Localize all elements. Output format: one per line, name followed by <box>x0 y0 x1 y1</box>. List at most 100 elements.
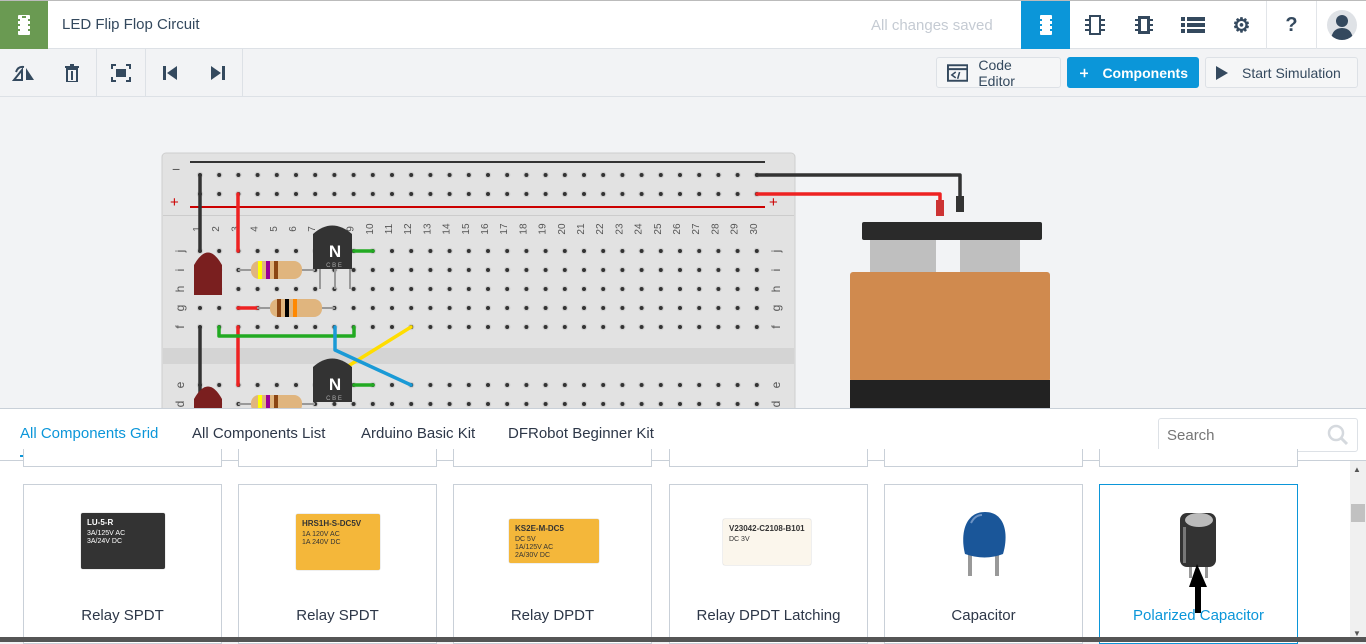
row-label: h <box>769 286 783 293</box>
column-label: 26 <box>672 223 683 235</box>
part-spec: 3A/125V AC <box>87 530 126 537</box>
column-label: 19 <box>538 223 549 235</box>
column-label: 10 <box>365 223 376 235</box>
column-label: 4 <box>250 226 261 232</box>
component-card-partial[interactable] <box>453 449 652 467</box>
row-label: h <box>173 286 187 293</box>
delete-button[interactable] <box>48 49 96 97</box>
led <box>194 252 222 295</box>
components-button[interactable]: Components <box>1067 57 1199 88</box>
rail-plus-label: + <box>170 194 179 211</box>
circuit-view-button[interactable] <box>1021 1 1070 49</box>
editor-toolbar: Code Editor Components Start Simulation <box>0 49 1366 97</box>
play-icon <box>1216 65 1228 80</box>
relay-image: KS2E-M-DC5 DC 5V 1A/125V AC 2A/30V DC <box>509 519 599 563</box>
code-editor-label: Code Editor <box>978 56 1015 89</box>
polarized-capacitor-image <box>1180 513 1216 613</box>
circuit-view-icon <box>1039 15 1052 35</box>
column-label: 23 <box>614 223 625 235</box>
rotate-button[interactable] <box>0 49 48 97</box>
column-label: 28 <box>710 223 721 235</box>
component-card[interactable]: Polarized Capacitor <box>1099 484 1298 644</box>
fit-view-button[interactable] <box>97 49 145 97</box>
row-label: j <box>173 250 187 254</box>
rotate-icon <box>12 65 34 81</box>
breadboard-circuit[interactable]: −++jjiihhggffeedd12345678910111213141516… <box>0 98 1366 408</box>
start-simulation-label: Start Simulation <box>1242 64 1341 81</box>
part-number: KS2E-M-DC5 <box>515 524 564 533</box>
scroll-up-icon[interactable]: ▲ <box>1353 465 1361 474</box>
rail-minus-label: − <box>172 161 180 177</box>
column-label: 30 <box>749 223 760 235</box>
fit-view-icon <box>111 64 131 82</box>
component-card[interactable]: KS2E-M-DC5 DC 5V 1A/125V AC 2A/30V DC Rel… <box>453 484 652 644</box>
search-icon[interactable] <box>1327 424 1349 446</box>
top-bar: LED Flip Flop Circuit All changes saved … <box>0 0 1366 49</box>
component-card-label: Relay DPDT <box>510 607 595 624</box>
scroll-thumb[interactable] <box>1351 504 1365 522</box>
capacitor-image <box>963 512 1006 576</box>
help-button[interactable]: ? <box>1267 1 1316 49</box>
column-label: 16 <box>480 223 491 235</box>
column-label: 27 <box>691 223 702 235</box>
component-card[interactable]: HRS1H-S-DC5V 1A 120V AC 1A 240V DC Relay … <box>238 484 437 644</box>
part-spec: DC 5V <box>515 536 536 543</box>
row-label: e <box>173 381 187 388</box>
svg-text:N: N <box>329 242 341 261</box>
part-spec: 1A/125V AC <box>515 544 554 551</box>
code-editor-button[interactable]: Code Editor <box>936 56 1061 89</box>
component-card[interactable]: LU-5-R 3A/125V AC 3A/24V DC Relay SPDT <box>23 484 222 644</box>
plus-icon <box>1080 68 1089 77</box>
project-title[interactable]: LED Flip Flop Circuit <box>62 16 200 33</box>
component-view-icon <box>1084 15 1105 35</box>
column-label: 17 <box>499 223 510 235</box>
column-label: 20 <box>557 223 568 235</box>
column-label: 12 <box>403 223 414 235</box>
column-label: 29 <box>730 223 741 235</box>
component-card[interactable]: V23042-C2108-B101 DC 3V Relay DPDT Latch… <box>669 484 868 644</box>
start-simulation-button[interactable]: Start Simulation <box>1205 57 1358 88</box>
schematic-view-button[interactable] <box>1119 1 1168 49</box>
column-label: 18 <box>518 223 529 235</box>
part-spec: DC 3V <box>729 536 750 543</box>
user-menu-button[interactable] <box>1317 1 1366 49</box>
tab-arduino-basic-kit[interactable]: Arduino Basic Kit <box>361 425 475 442</box>
previous-icon <box>163 66 177 80</box>
settings-button[interactable]: ⚙ <box>1217 1 1266 49</box>
scrollbar[interactable]: ▲ ▼ <box>1350 461 1366 641</box>
previous-button[interactable] <box>146 49 194 97</box>
component-card[interactable]: Capacitor <box>884 484 1083 644</box>
part-number: LU-5-R <box>87 518 114 527</box>
help-icon: ? <box>1285 13 1298 36</box>
next-button[interactable] <box>194 49 242 97</box>
column-label: 13 <box>422 223 433 235</box>
list-icon <box>1180 17 1205 33</box>
component-card-partial[interactable] <box>238 449 437 467</box>
tab-all-components-grid[interactable]: All Components Grid <box>20 425 159 457</box>
part-number: HRS1H-S-DC5V <box>302 519 362 528</box>
column-label: 21 <box>576 223 587 235</box>
tab-all-components-list[interactable]: All Components List <box>192 425 325 442</box>
component-card-partial[interactable] <box>884 449 1083 467</box>
circuit-canvas[interactable]: −++jjiihhggffeedd12345678910111213141516… <box>0 98 1366 408</box>
component-card-partial[interactable] <box>669 449 868 467</box>
schematic-view-icon <box>1134 16 1153 34</box>
row-label: g <box>769 305 783 312</box>
part-number: V23042-C2108-B101 <box>729 524 805 533</box>
tab-dfrobot-beginner-kit[interactable]: DFRobot Beginner Kit <box>508 425 654 442</box>
row-label: j <box>769 250 783 254</box>
svg-text:C B E: C B E <box>326 263 342 269</box>
app-logo[interactable] <box>0 1 48 49</box>
circuit-logo-icon <box>18 15 30 35</box>
component-card-label: Polarized Capacitor <box>1133 607 1264 624</box>
column-label: 2 <box>211 226 222 232</box>
component-view-button[interactable] <box>1070 1 1119 49</box>
component-card-label: Relay SPDT <box>296 607 379 624</box>
component-card-partial[interactable] <box>23 449 222 467</box>
svg-text:C B E: C B E <box>326 396 342 402</box>
component-card-partial[interactable] <box>1099 449 1298 467</box>
column-label: 11 <box>384 223 395 234</box>
list-view-button[interactable] <box>1168 1 1217 49</box>
user-avatar-icon <box>1326 10 1357 40</box>
rail-plus-label: + <box>769 194 778 211</box>
